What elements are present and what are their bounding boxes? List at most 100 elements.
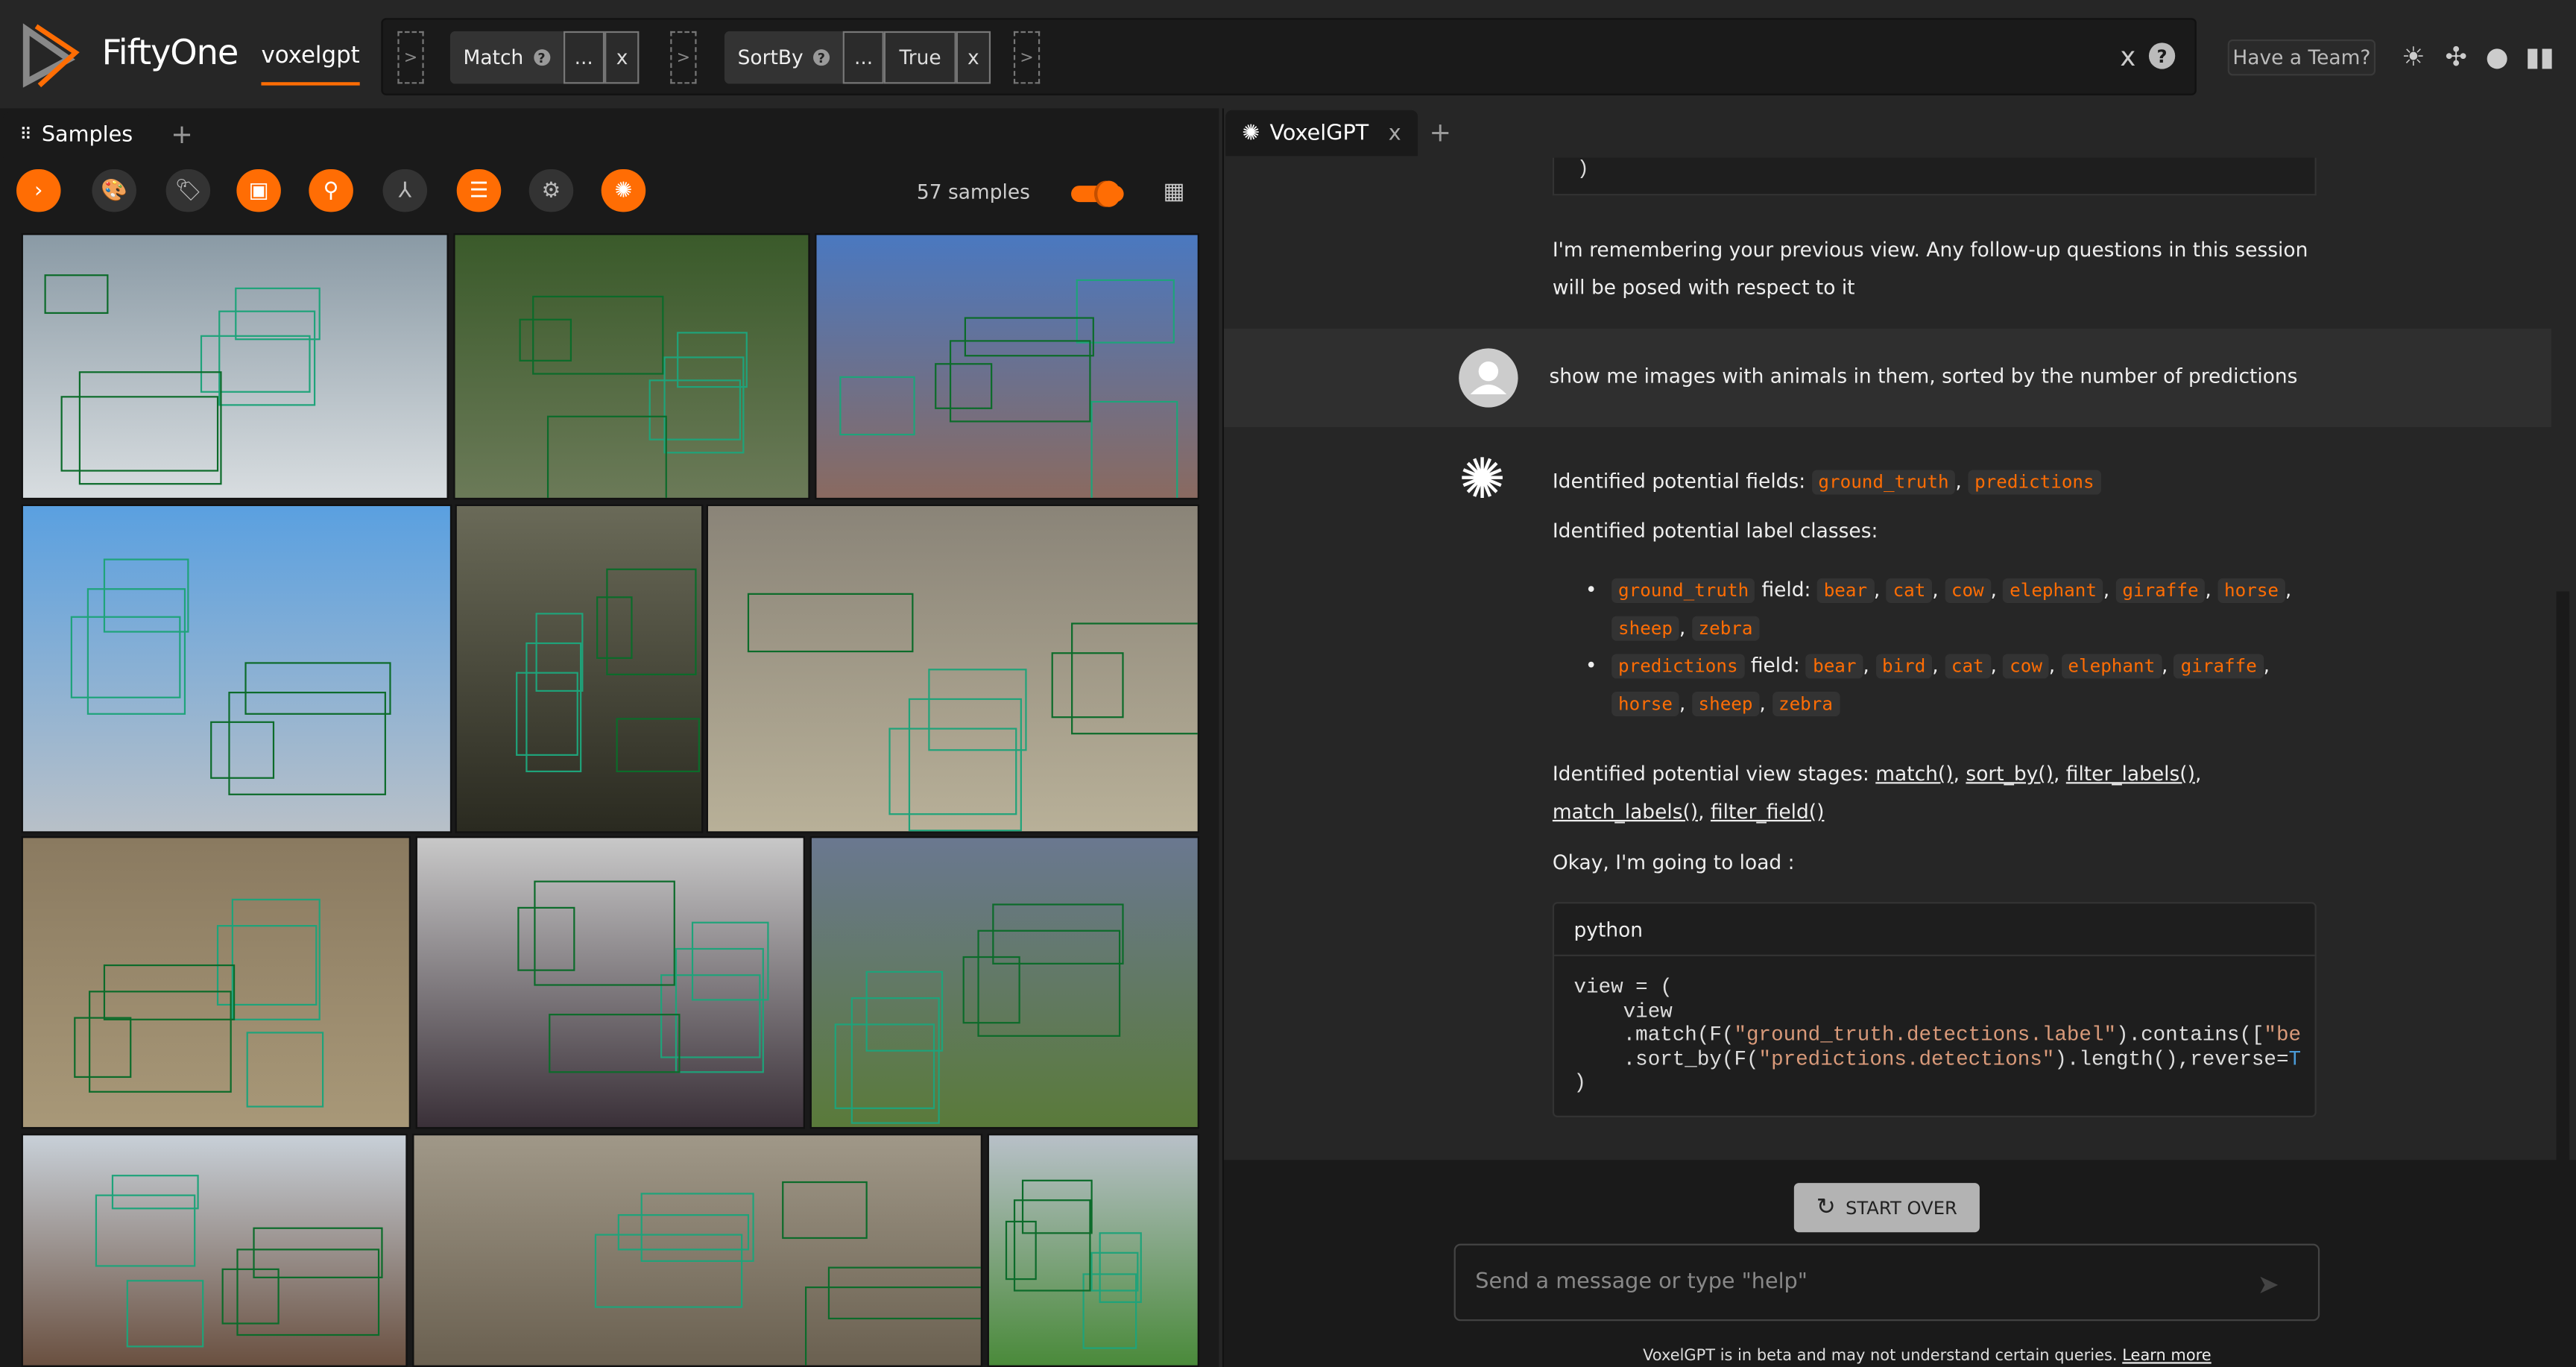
add-panel-button[interactable]: + (171, 119, 193, 150)
sample-thumbnail[interactable] (412, 1133, 983, 1367)
help-icon[interactable]: ? (2148, 42, 2176, 69)
slack-icon[interactable]: ✣ (2441, 41, 2471, 74)
detection-box (235, 287, 320, 341)
view-stage-link[interactable]: filter_field() (1711, 801, 1824, 824)
detection-box (533, 881, 676, 986)
detection-box (827, 1266, 981, 1320)
github-icon[interactable]: ● (2482, 41, 2512, 74)
class-chip: elephant (2061, 654, 2162, 679)
tab-samples[interactable]: ⠿ Samples (3, 111, 150, 158)
send-icon[interactable]: ➤ (2257, 1269, 2279, 1300)
view-stage-link[interactable]: match_labels() (1553, 801, 1698, 824)
stage-close-button[interactable]: x (604, 31, 640, 84)
sample-thumbnail[interactable] (453, 233, 810, 500)
sample-thumbnail[interactable] (706, 504, 1199, 833)
list-icon[interactable]: ☰ (456, 169, 502, 212)
code-language: python (1554, 903, 2315, 956)
stage-more-button[interactable]: ... (563, 31, 605, 84)
sample-thumbnail[interactable] (809, 836, 1199, 1129)
stage-close-button[interactable]: x (956, 31, 991, 84)
have-a-team-button[interactable]: Have a Team? (2227, 39, 2376, 76)
media-toggle[interactable] (1071, 180, 1124, 207)
sample-thumbnail[interactable] (21, 504, 452, 833)
detection-box (110, 1174, 200, 1209)
class-chip: elephant (2003, 578, 2103, 603)
label: Identified potential view stages: (1552, 762, 1869, 786)
message-input[interactable]: Send a message or type "help" (1453, 1243, 2320, 1322)
similarity-icon[interactable]: ⅄ (382, 169, 428, 212)
brand-name: FiftyOne (101, 33, 239, 72)
view-stage-link[interactable]: filter_labels() (2066, 763, 2195, 786)
search-icon[interactable]: ⚲ (309, 169, 353, 212)
learn-more-link[interactable]: Learn more (2122, 1348, 2211, 1366)
stage-more-button[interactable]: ... (842, 31, 885, 84)
detection-box (1090, 400, 1179, 498)
close-tab-icon[interactable]: x (1389, 121, 1401, 145)
stage-name: SortBy (737, 45, 804, 69)
help-icon[interactable]: ? (533, 49, 550, 66)
class-chip: bird (1875, 654, 1933, 679)
scrollbar[interactable] (2556, 591, 2570, 1367)
voxelgpt-icon[interactable]: ✺ (601, 169, 646, 212)
docs-icon[interactable]: ▮▮ (2525, 41, 2555, 74)
openai-icon: ✺ (1459, 446, 1506, 513)
classes-label: Identified potential label classes: (1552, 519, 1878, 543)
sample-count: 57 samples (916, 180, 1030, 204)
add-panel-button[interactable]: + (1430, 117, 1452, 148)
sample-thumbnail[interactable] (455, 504, 704, 833)
grid-size-icon[interactable]: ▦ (1163, 179, 1184, 205)
detection-box (252, 1227, 383, 1278)
tab-voxelgpt[interactable]: ✺ VoxelGPT x (1225, 110, 1418, 157)
stage-value[interactable]: True (884, 31, 956, 84)
sample-thumbnail[interactable] (21, 1133, 408, 1367)
detection-box (678, 332, 748, 388)
sidebar-toggle-button[interactable]: › (16, 169, 61, 212)
help-icon[interactable]: ? (812, 49, 830, 66)
add-stage-button[interactable]: > (397, 31, 424, 84)
detection-box (78, 371, 223, 485)
gear-icon[interactable]: ⚙ (528, 169, 574, 212)
add-stage-button[interactable]: > (670, 31, 697, 84)
detection-box (534, 613, 584, 692)
tag-icon[interactable]: 🏷 (165, 169, 211, 212)
code-content: view = ( view .match(F("ground_truth.det… (1573, 976, 2302, 1095)
tab-label: VoxelGPT (1269, 121, 1369, 146)
clear-view-icon[interactable]: x (2120, 41, 2135, 72)
tab-label: Samples (41, 122, 133, 148)
label: field: (1761, 578, 1811, 602)
view-stage-link[interactable]: sort_by() (1966, 763, 2053, 786)
add-stage-button[interactable]: > (1013, 31, 1041, 84)
detection-box (928, 669, 1026, 751)
start-over-button[interactable]: ↻ START OVER (1793, 1183, 1980, 1233)
restart-icon: ↻ (1816, 1194, 1836, 1221)
sample-thumbnail[interactable] (815, 233, 1199, 500)
field-chip: predictions (1968, 470, 2101, 495)
stage-match[interactable]: Match? ... x (449, 31, 640, 84)
patches-icon[interactable]: ▣ (236, 169, 281, 212)
sample-thumbnail[interactable] (21, 233, 449, 500)
detection-box (126, 1280, 203, 1348)
sample-thumbnail[interactable] (987, 1133, 1199, 1367)
previous-code-block: ) (1552, 157, 2317, 196)
color-palette-icon[interactable]: 🎨 (92, 169, 136, 212)
stage-sortby[interactable]: SortBy? ... True x (724, 31, 991, 84)
detection-box (231, 898, 321, 1020)
label: field: (1750, 654, 1800, 678)
detection-box (640, 1193, 754, 1262)
view-stage-link[interactable]: match() (1875, 763, 1953, 786)
class-chip: zebra (1691, 616, 1760, 641)
detection-box (865, 970, 943, 1052)
dataset-selector[interactable]: voxelgpt (261, 42, 360, 86)
class-chip: bear (1806, 654, 1863, 679)
detection-box (747, 593, 914, 653)
class-chip: cat (1945, 654, 1991, 679)
field-chip: ground_truth (1811, 470, 1956, 495)
class-chip: cow (2003, 654, 2049, 679)
sample-thumbnail[interactable] (21, 836, 411, 1129)
sample-thumbnail[interactable] (415, 836, 805, 1129)
code-block: python view = ( view .match(F("ground_tr… (1552, 902, 2317, 1117)
class-group: • ground_truth field: bear, cat, cow, ele… (1585, 572, 2325, 647)
detection-box (548, 1014, 681, 1073)
class-list: • ground_truth field: bear, cat, cow, ele… (1585, 572, 2325, 723)
theme-toggle-icon[interactable]: ☀ (2399, 41, 2428, 74)
